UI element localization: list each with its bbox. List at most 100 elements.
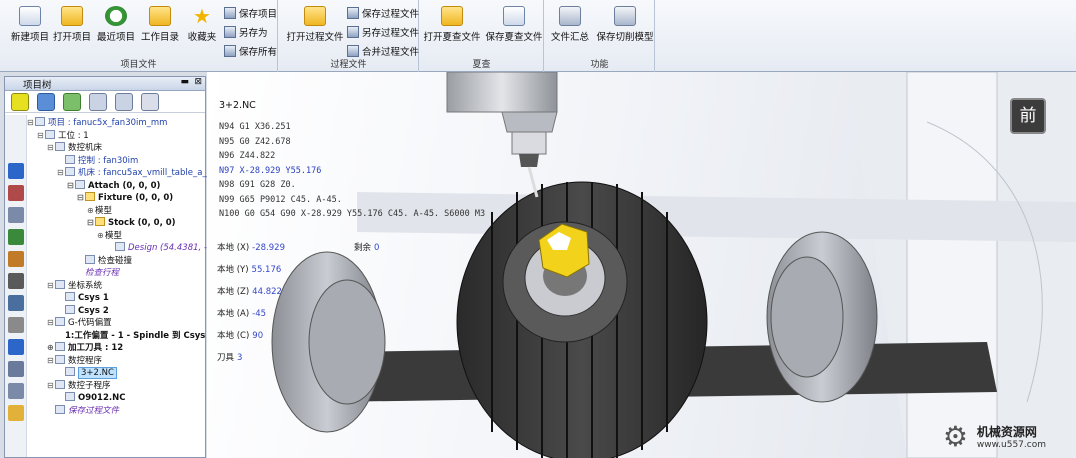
folder-icon[interactable] (8, 405, 24, 421)
program-icon[interactable] (8, 339, 24, 355)
tree-node-label: 数控子程序 (68, 380, 111, 391)
tree-node[interactable]: 3+2.NC (57, 367, 117, 379)
tree-node[interactable]: 控制 : fan30im (57, 154, 138, 167)
close-icon[interactable]: ⊠ (194, 77, 202, 87)
watermark: ⚙ 机械资源网 www.u557.com (943, 423, 1046, 451)
redo-icon[interactable] (115, 93, 133, 111)
report-icon[interactable] (8, 383, 24, 399)
tree-node-label: G-代码偏置 (68, 318, 112, 328)
new-file-icon (19, 6, 41, 26)
tree-view-icon[interactable] (37, 93, 55, 111)
save-process-button[interactable]: 保存过程文件 (347, 6, 419, 22)
fixture-icon[interactable] (8, 207, 24, 223)
tree-node[interactable]: ⊟ Attach (0, 0, 0) (67, 179, 160, 192)
save-as-button[interactable]: 另存为 (224, 25, 268, 41)
machine-scene (271, 72, 1076, 458)
simulation-viewport[interactable]: 3+2.NC N94 G1 X36.251 N95 G0 Z42.678 N96 Z… (207, 72, 1076, 458)
tool-icon[interactable] (8, 317, 24, 333)
expand-toggle-icon[interactable]: ⊟ (27, 117, 35, 129)
axis-icon[interactable] (8, 229, 24, 245)
coordinate-icon[interactable] (8, 273, 24, 289)
expand-toggle-icon[interactable]: ⊟ (47, 280, 55, 292)
tree-node[interactable]: ⊟ Fixture (0, 0, 0) (77, 192, 173, 204)
tree-node[interactable]: 检查行程 (77, 267, 119, 279)
tree-node[interactable]: ⊟ 数控子程序 (47, 379, 111, 392)
tree-node[interactable]: ⊟ 数控机床 (47, 142, 102, 154)
expand-toggle-icon[interactable]: ⊟ (37, 130, 45, 142)
tool-holder (511, 131, 547, 155)
tree-node[interactable]: ⊟ G-代码偏置 (47, 317, 112, 329)
expand-toggle-icon[interactable]: ⊟ (47, 142, 55, 154)
tree-node-icon (55, 342, 65, 351)
collision-icon[interactable] (8, 251, 24, 267)
pin-icon[interactable]: ▬ (180, 77, 189, 87)
axis-label: 本地 (Z) (217, 287, 250, 297)
tree-node-icon (85, 192, 95, 201)
project-tree-panel: 项目树 ▬ ⊠ ⊟ 项目 : fanuc5x_fan30im_mm ⊟ 工位 : 1 ⊟… (4, 76, 214, 458)
save-as-icon (224, 26, 236, 38)
expand-icon[interactable] (63, 93, 81, 111)
view-cube[interactable]: 前 (1010, 98, 1046, 134)
tree-node[interactable]: ⊟ 坐标系统 (47, 279, 102, 292)
group-label-functions: 功能 (590, 60, 609, 70)
expand-toggle-icon[interactable]: ⊟ (47, 317, 55, 329)
save-cut-model-button[interactable]: 保存切削模型 (595, 4, 655, 52)
tree-node[interactable]: ⊕模型 (87, 205, 112, 217)
clock-icon (105, 6, 127, 26)
open-review-button[interactable]: 打开夏查文件 (422, 4, 482, 52)
tree-node[interactable]: ⊕ 加工刀具 : 12 (47, 342, 123, 354)
gear-icon: ⚙ (942, 420, 969, 453)
tree-node[interactable]: O9012.NC (57, 392, 125, 404)
spindle-nose (501, 111, 558, 133)
tree-node[interactable]: 检查碰撞 (77, 254, 132, 267)
tree-node[interactable]: ⊟ 机床 : fancu5ax_vmill_table_a_t (57, 167, 210, 179)
tree-node[interactable]: Csys 1 (57, 292, 109, 304)
panel-title-bar: 项目树 ▬ ⊠ (5, 77, 205, 91)
tree-node[interactable]: ⊕模型 (97, 230, 122, 242)
subprogram-icon[interactable] (8, 361, 24, 377)
expand-toggle-icon[interactable]: ⊟ (77, 192, 85, 204)
expand-toggle-icon[interactable]: ⊕ (47, 342, 55, 354)
tree-node[interactable]: ⊟ 数控程序 (47, 354, 102, 367)
folder-icon (149, 6, 171, 26)
tree-node-label: 1:工作偏置 - 1 - Spindle 到 Csys 1 (65, 330, 215, 341)
save-project-button[interactable]: 保存项目 (224, 6, 277, 22)
tree-node[interactable]: ⊟ 项目 : fanuc5x_fan30im_mm (27, 117, 167, 129)
expand-toggle-icon[interactable]: ⊕ (97, 230, 105, 242)
save-icon (347, 7, 359, 19)
machine-icon[interactable] (8, 163, 24, 179)
pencil-icon[interactable] (11, 93, 29, 111)
file-summary-button[interactable]: 文件汇总 (545, 4, 595, 52)
expand-toggle-icon[interactable]: ⊟ (47, 380, 55, 392)
gcode-offset-icon[interactable] (8, 295, 24, 311)
tree-node-label: 机床 : fancu5ax_vmill_table_a_t (78, 168, 211, 178)
expand-toggle-icon[interactable]: ⊟ (57, 167, 65, 179)
save-process-as-button[interactable]: 另存过程文件 (347, 25, 419, 41)
tree-node[interactable]: ⊟ 工位 : 1 (37, 129, 89, 142)
expand-toggle-icon[interactable]: ⊟ (67, 180, 75, 192)
column-right (906, 72, 998, 458)
axis-label: 本地 (C) (217, 331, 250, 341)
axis-readout: 本地 (Y) 55.176 (217, 263, 281, 275)
axis-readout: 本地 (Z) 44.822 (217, 285, 282, 297)
expand-toggle-icon[interactable]: ⊟ (47, 355, 55, 367)
open-process-button[interactable]: 打开过程文件 (283, 4, 347, 52)
folder-open-icon (61, 6, 83, 26)
tree-node[interactable]: 保存过程文件 (47, 404, 119, 417)
tree-node-icon (65, 367, 75, 376)
stock-icon[interactable] (8, 185, 24, 201)
axis-readout: 本地 (C) 90 (217, 329, 263, 341)
tree-node[interactable]: 1:工作偏置 - 1 - Spindle 到 Csys 1 (57, 330, 214, 342)
save-review-button[interactable]: 保存夏查文件 (484, 4, 544, 52)
properties-icon[interactable] (141, 93, 159, 111)
tree-node-icon (75, 179, 85, 189)
tree-node[interactable]: Csys 2 (57, 304, 109, 317)
nc-line: N95 G0 Z42.678 (219, 136, 291, 147)
expand-toggle-icon[interactable]: ⊟ (87, 217, 95, 229)
tree-node[interactable]: Design (54.4381, - (107, 242, 207, 254)
undo-icon[interactable] (89, 93, 107, 111)
expand-toggle-icon[interactable]: ⊕ (87, 205, 95, 217)
axis-label: 本地 (Y) (217, 265, 249, 275)
favorites-button[interactable]: ★ 收藏夹 (174, 4, 230, 52)
tree-node[interactable]: ⊟ Stock (0, 0, 0) (87, 217, 176, 229)
